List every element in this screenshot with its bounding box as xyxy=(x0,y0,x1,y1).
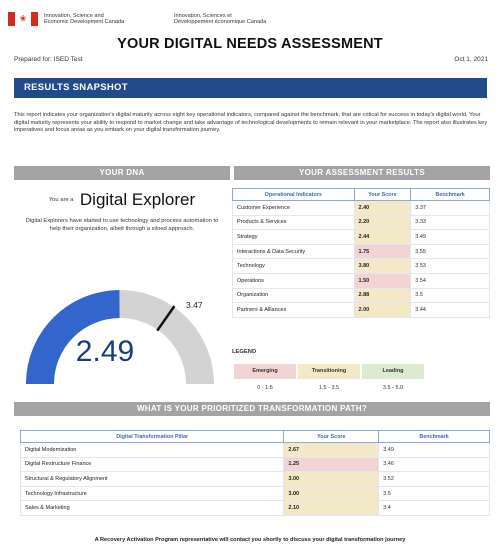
col-operational-indicators: Operational Indicators xyxy=(232,188,355,201)
indicator-score: 1.50 xyxy=(353,272,412,289)
transformation-path-heading: WHAT IS YOUR PRIORITIZED TRANSFORMATION … xyxy=(14,402,490,416)
pillar-label: Digital Restructure Finance xyxy=(19,456,285,473)
indicator-score: 2.00 xyxy=(353,302,412,318)
legend-leading: Leading xyxy=(362,364,424,379)
col-transformation-pillar: Digital Transformation Pillar xyxy=(19,430,285,443)
legend-transitioning: Transitioning xyxy=(298,364,360,379)
table-row: Digital Modernization 2.67 3.49 xyxy=(19,442,490,458)
col-your-score: Your Score xyxy=(353,188,412,201)
table-row: Strategy 2.44 3.49 xyxy=(232,229,490,245)
indicator-label: Partners & Alliances xyxy=(232,302,355,318)
col-path-score: Your Score xyxy=(283,430,380,443)
pillar-label: Technology Infrastructure xyxy=(19,485,285,502)
gauge-score: 2.49 xyxy=(75,335,135,368)
gauge-benchmark-label: 3.47 xyxy=(186,300,203,310)
indicator-benchmark: 3.55 xyxy=(410,243,490,260)
table-row: Products & Services 2.20 3.33 xyxy=(232,214,490,231)
table-row: Interactions & Data Security 1.75 3.55 xyxy=(232,243,490,260)
indicator-benchmark: 3.5 xyxy=(410,287,490,304)
indicator-label: Operations xyxy=(232,272,355,289)
pillar-score: 3.00 xyxy=(283,471,380,487)
indicator-benchmark: 3.37 xyxy=(410,200,490,216)
indicator-label: Organization xyxy=(232,287,355,304)
table-row: Digital Restructure Finance 1.25 3.46 xyxy=(19,456,490,473)
legend-emerging: Emerging xyxy=(234,364,296,379)
indicator-score: 1.75 xyxy=(353,243,412,260)
col-path-benchmark: Benchmark xyxy=(378,430,490,443)
indicator-label: Customer Experience xyxy=(232,200,355,216)
pillar-score: 1.25 xyxy=(283,456,380,473)
pillar-benchmark: 3.49 xyxy=(378,442,490,458)
indicator-label: Interactions & Data Security xyxy=(232,243,355,260)
footer-note: A Recovery Activation Program representa… xyxy=(94,537,406,543)
table-row: Structural & Regulatory Alignment 3.00 3.5… xyxy=(19,471,490,487)
indicator-benchmark: 3.44 xyxy=(410,302,490,318)
indicator-label: Strategy xyxy=(232,229,355,245)
table-row: Technology 3.80 3.53 xyxy=(232,258,490,274)
pillar-label: Digital Modernization xyxy=(19,442,285,458)
pillar-label: Sales & Marketing xyxy=(19,500,285,516)
indicator-benchmark: 3.49 xyxy=(410,229,490,245)
assessment-results-table: Operational Indicators Your Score Benchm… xyxy=(232,188,490,318)
indicator-score: 3.80 xyxy=(353,258,412,274)
table-row: Customer Experience 2.40 3.37 xyxy=(232,200,490,216)
indicator-score: 2.88 xyxy=(353,287,412,304)
pillar-score: 2.67 xyxy=(283,442,380,458)
pillar-benchmark: 3.46 xyxy=(378,456,490,473)
pillar-benchmark: 3.4 xyxy=(378,500,490,516)
transformation-path-table: Digital Transformation Pillar Your Score… xyxy=(19,430,490,516)
table-row: Technology Infrastructure 3.00 3.5 xyxy=(19,485,490,502)
pillar-score: 2.10 xyxy=(283,500,380,516)
indicator-score: 2.44 xyxy=(353,229,412,245)
path-header-row: Digital Transformation Pillar Your Score… xyxy=(19,430,490,443)
legend-title: LEGEND xyxy=(232,349,257,355)
indicator-benchmark: 3.53 xyxy=(410,258,490,274)
indicator-score: 2.40 xyxy=(353,200,412,216)
indicator-benchmark: 3.54 xyxy=(410,272,490,289)
legend-transitioning-range: 1.5 - 3.5 xyxy=(318,385,340,391)
pillar-benchmark: 3.5 xyxy=(378,485,490,502)
col-benchmark: Benchmark xyxy=(410,188,490,201)
legend-emerging-range: 0 - 1.5 xyxy=(257,385,273,391)
table-row: Sales & Marketing 2.10 3.4 xyxy=(19,500,490,516)
legend-leading-range: 3.5 - 5.0 xyxy=(382,385,404,391)
indicator-score: 2.20 xyxy=(353,214,412,231)
pillar-label: Structural & Regulatory Alignment xyxy=(19,471,285,487)
results-header-row: Operational Indicators Your Score Benchm… xyxy=(232,188,490,201)
indicator-benchmark: 3.33 xyxy=(410,214,490,231)
indicator-label: Technology xyxy=(232,258,355,274)
pillar-benchmark: 3.52 xyxy=(378,471,490,487)
table-row: Partners & Alliances 2.00 3.44 xyxy=(232,302,490,318)
pillar-score: 3.00 xyxy=(283,485,380,502)
table-row: Operations 1.50 3.54 xyxy=(232,272,490,289)
table-row: Organization 2.88 3.5 xyxy=(232,287,490,304)
indicator-label: Products & Services xyxy=(232,214,355,231)
